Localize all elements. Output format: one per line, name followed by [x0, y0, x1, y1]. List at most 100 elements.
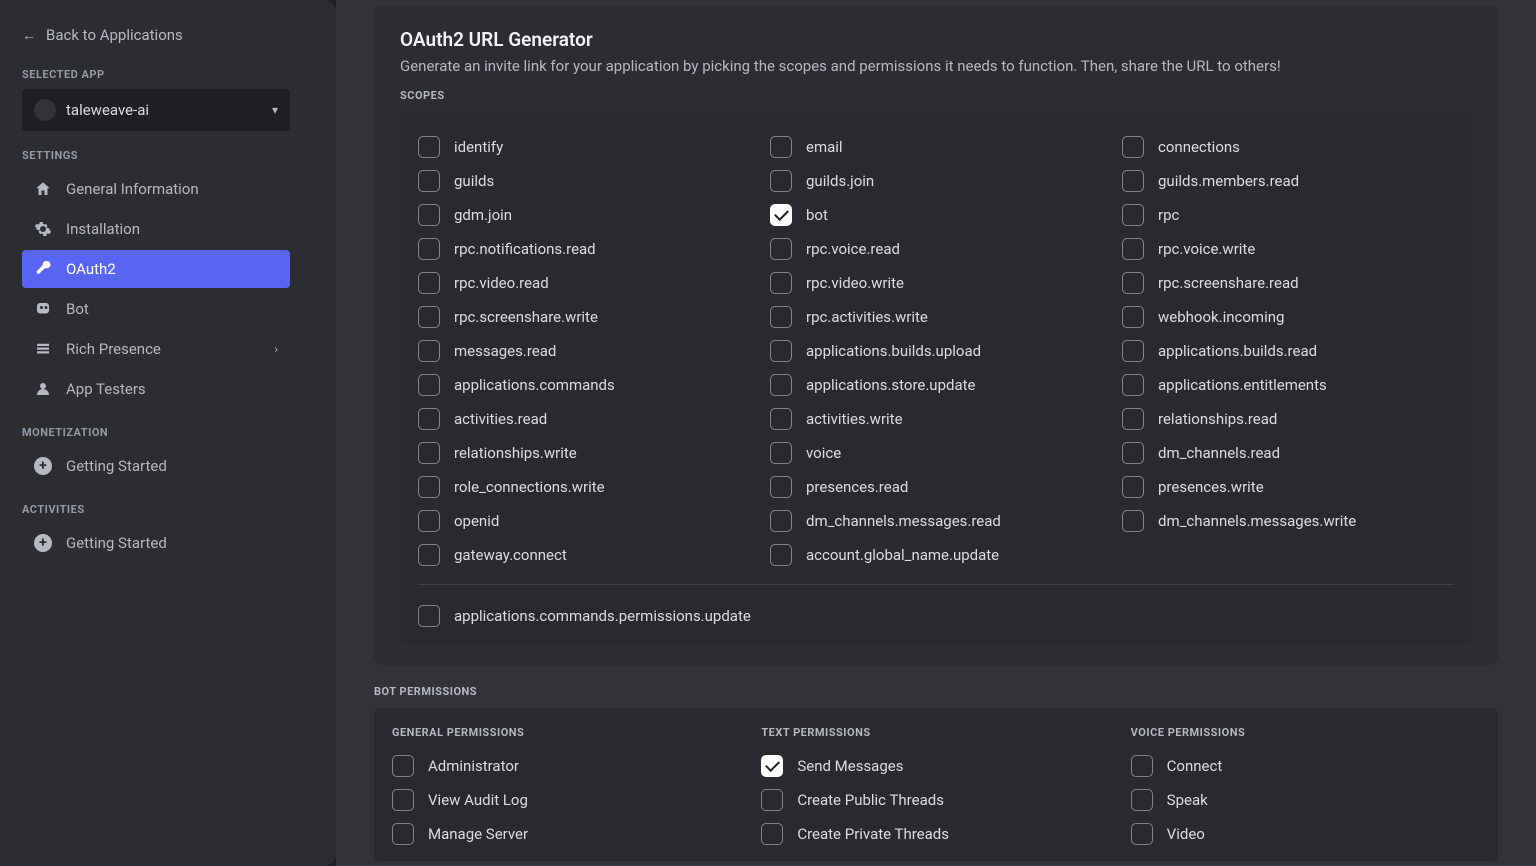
scope-checkbox[interactable] [418, 374, 440, 396]
scope-checkbox[interactable] [1122, 272, 1144, 294]
perm-text-row: Create Public Threads [761, 783, 1110, 817]
app-selector[interactable]: taleweave-ai ▾ [22, 89, 290, 131]
scope-row: connections [1122, 130, 1454, 164]
scope-checkbox[interactable] [1122, 340, 1144, 362]
scope-label: rpc.activities.write [806, 308, 928, 326]
scope-label: rpc [1158, 206, 1179, 224]
scope-checkbox[interactable] [1122, 238, 1144, 260]
nav-label: Rich Presence [66, 340, 161, 358]
scope-row: webhook.incoming [1122, 300, 1454, 334]
nav-rich-presence[interactable]: Rich Presence › [22, 330, 290, 368]
scope-label: dm_channels.messages.read [806, 512, 1001, 530]
scope-checkbox[interactable] [418, 476, 440, 498]
perm-voice-checkbox[interactable] [1131, 755, 1153, 777]
scope-checkbox[interactable] [418, 136, 440, 158]
perm-text-label: Create Public Threads [797, 791, 944, 809]
scope-checkbox[interactable] [418, 510, 440, 532]
scope-checkbox[interactable] [770, 408, 792, 430]
scope-row: relationships.write [418, 436, 750, 470]
perm-general-row: Manage Server [392, 817, 741, 851]
scope-row: dm_channels.messages.write [1122, 504, 1454, 538]
perm-voice-checkbox[interactable] [1131, 789, 1153, 811]
scope-row: applications.builds.read [1122, 334, 1454, 368]
general-permissions-header: GENERAL PERMISSIONS [392, 726, 741, 739]
scope-checkbox[interactable] [418, 238, 440, 260]
nav-app-testers[interactable]: App Testers [22, 370, 290, 408]
scope-checkbox[interactable] [418, 605, 440, 627]
scope-row: rpc.voice.read [770, 232, 1102, 266]
scope-checkbox[interactable] [770, 272, 792, 294]
scope-checkbox[interactable] [418, 306, 440, 328]
scope-checkbox[interactable] [418, 408, 440, 430]
nav-bot[interactable]: Bot [22, 290, 290, 328]
back-to-applications-link[interactable]: ← Back to Applications [22, 20, 290, 50]
page-subtitle: Generate an invite link for your applica… [400, 57, 1472, 75]
scope-checkbox[interactable] [1122, 306, 1144, 328]
perm-text-label: Create Private Threads [797, 825, 949, 843]
nav-installation[interactable]: Installation [22, 210, 290, 248]
scope-checkbox[interactable] [1122, 510, 1144, 532]
scope-checkbox[interactable] [770, 340, 792, 362]
scope-row: guilds.join [770, 164, 1102, 198]
scope-label: rpc.video.read [454, 274, 549, 292]
perm-text-checkbox[interactable] [761, 789, 783, 811]
monetization-header: MONETIZATION [22, 426, 290, 439]
scope-row: voice [770, 436, 1102, 470]
scope-checkbox[interactable] [1122, 442, 1144, 464]
scope-row: applications.store.update [770, 368, 1102, 402]
scope-checkbox[interactable] [770, 136, 792, 158]
scope-row: guilds [418, 164, 750, 198]
perm-text-checkbox[interactable] [761, 755, 783, 777]
scope-checkbox[interactable] [1122, 374, 1144, 396]
scope-row: rpc.notifications.read [418, 232, 750, 266]
voice-permissions-header: VOICE PERMISSIONS [1131, 726, 1480, 739]
perm-text-checkbox[interactable] [761, 823, 783, 845]
nav-label: App Testers [66, 380, 146, 398]
wrench-icon [34, 260, 52, 278]
scope-row: dm_channels.messages.read [770, 504, 1102, 538]
scope-checkbox[interactable] [770, 544, 792, 566]
scope-checkbox[interactable] [770, 374, 792, 396]
scope-checkbox[interactable] [418, 170, 440, 192]
nav-activities-getting-started[interactable]: + Getting Started [22, 524, 290, 562]
nav-monetization-getting-started[interactable]: + Getting Started [22, 447, 290, 485]
scope-row: rpc.activities.write [770, 300, 1102, 334]
scope-checkbox[interactable] [1122, 476, 1144, 498]
scope-checkbox[interactable] [418, 340, 440, 362]
perm-general-label: Manage Server [428, 825, 528, 843]
scope-checkbox[interactable] [1122, 170, 1144, 192]
scope-checkbox[interactable] [418, 204, 440, 226]
scope-checkbox[interactable] [418, 272, 440, 294]
scope-checkbox[interactable] [1122, 204, 1144, 226]
scope-checkbox[interactable] [770, 238, 792, 260]
scope-checkbox[interactable] [770, 306, 792, 328]
scope-label: presences.read [806, 478, 908, 496]
scope-label: activities.write [806, 410, 903, 428]
scope-checkbox[interactable] [770, 442, 792, 464]
nav-oauth2[interactable]: OAuth2 [22, 250, 290, 288]
perm-general-checkbox[interactable] [392, 789, 414, 811]
settings-header: SETTINGS [22, 149, 290, 162]
scopes-panel: identifyemailconnectionsguildsguilds.joi… [400, 112, 1472, 643]
chevron-right-icon: › [274, 342, 278, 356]
scope-checkbox[interactable] [418, 544, 440, 566]
scope-checkbox[interactable] [770, 476, 792, 498]
scope-checkbox[interactable] [1122, 408, 1144, 430]
scope-row: relationships.read [1122, 402, 1454, 436]
scope-row: messages.read [418, 334, 750, 368]
scope-checkbox[interactable] [770, 204, 792, 226]
scope-row: bot [770, 198, 1102, 232]
plus-circle-icon: + [34, 457, 52, 475]
scope-checkbox[interactable] [418, 442, 440, 464]
nav-general-information[interactable]: General Information [22, 170, 290, 208]
scope-row: identify [418, 130, 750, 164]
scope-row: activities.read [418, 402, 750, 436]
scope-checkbox[interactable] [1122, 136, 1144, 158]
perm-general-checkbox[interactable] [392, 823, 414, 845]
scope-row: dm_channels.read [1122, 436, 1454, 470]
scope-checkbox[interactable] [770, 510, 792, 532]
scope-row: rpc.screenshare.write [418, 300, 750, 334]
perm-general-checkbox[interactable] [392, 755, 414, 777]
scope-checkbox[interactable] [770, 170, 792, 192]
perm-voice-checkbox[interactable] [1131, 823, 1153, 845]
